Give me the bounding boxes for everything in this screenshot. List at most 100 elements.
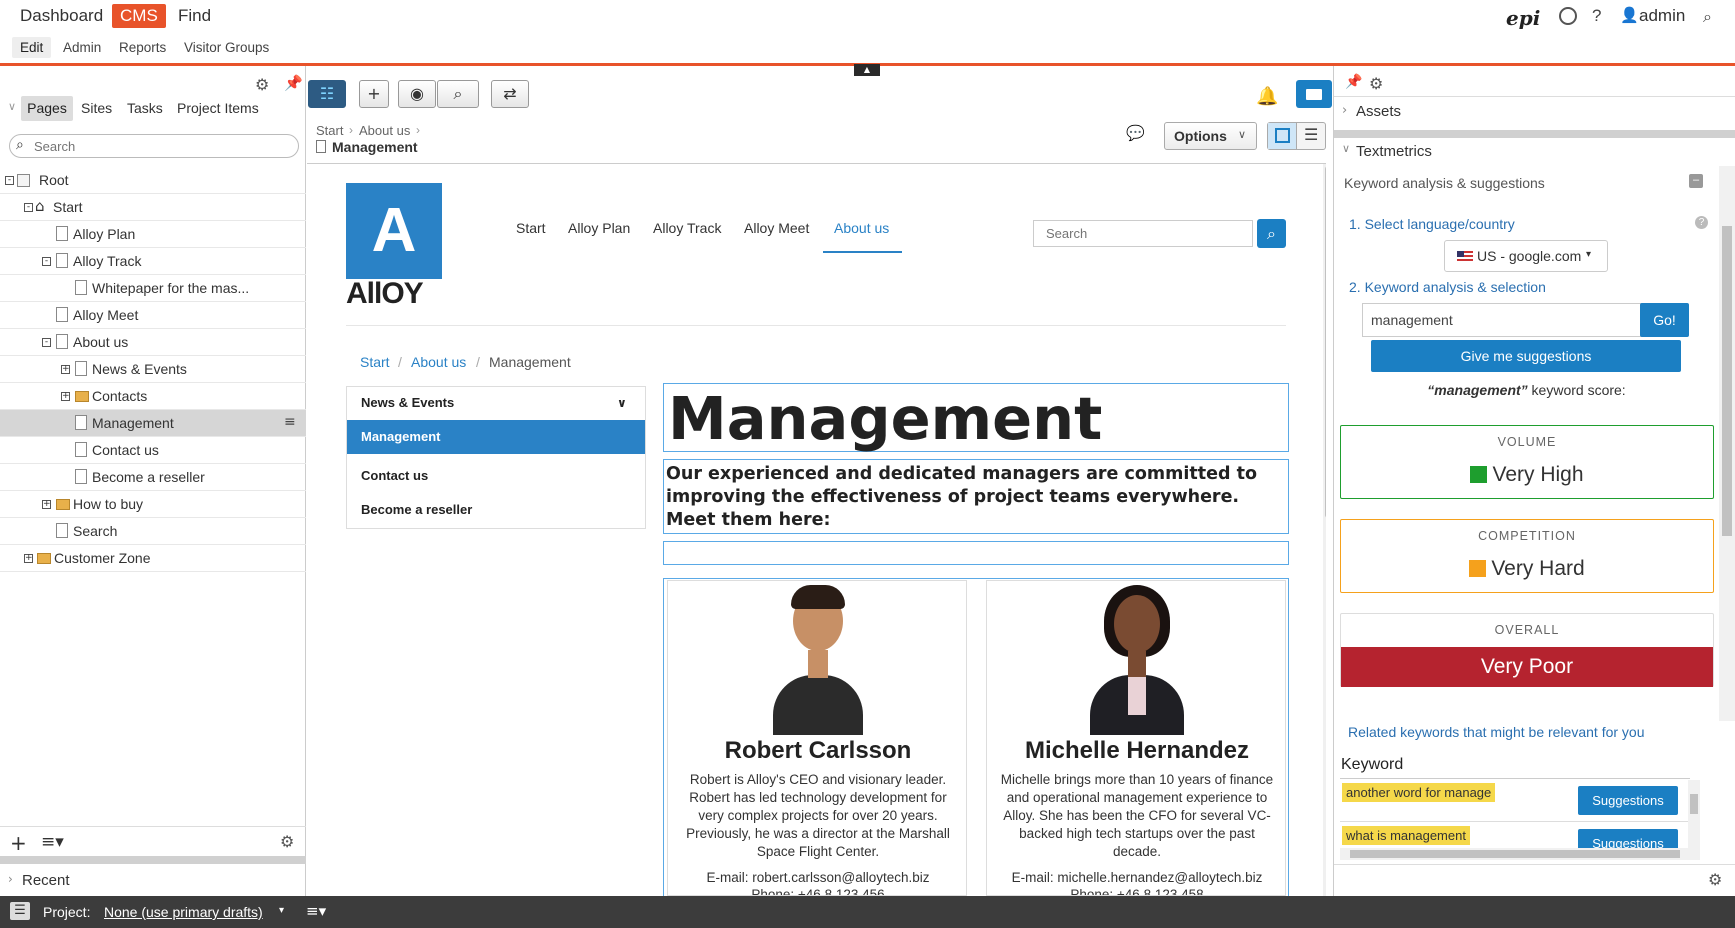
tree-item-contacts[interactable]: + Contacts bbox=[0, 383, 306, 410]
tree-item-alloy-meet[interactable]: Alloy Meet bbox=[0, 302, 306, 329]
tree-item-alloy-plan[interactable]: Alloy Plan bbox=[0, 221, 306, 248]
site-nav-alloy-track[interactable]: Alloy Track bbox=[653, 220, 721, 236]
intro-edit-block[interactable]: Our experienced and dedicated managers a… bbox=[663, 459, 1289, 534]
tree-item-news-events[interactable]: + News & Events bbox=[0, 356, 306, 383]
tab-tasks[interactable]: Tasks bbox=[127, 100, 163, 116]
subnav-become-reseller[interactable]: Become a reseller bbox=[347, 493, 645, 527]
alloy-logo-mark[interactable]: A bbox=[346, 183, 442, 279]
site-nav-start[interactable]: Start bbox=[516, 220, 546, 236]
project-menu-icon[interactable]: ≡▾ bbox=[306, 902, 326, 920]
scrollbar-thumb[interactable] bbox=[1690, 794, 1698, 814]
breadcrumb-about-us[interactable]: About us bbox=[359, 123, 410, 138]
search-box[interactable]: ⌕ bbox=[9, 134, 299, 158]
keyword-tag[interactable]: another word for manage bbox=[1342, 783, 1496, 802]
person-card[interactable]: Robert Carlsson Robert is Alloy's CEO an… bbox=[667, 580, 967, 896]
tree-item-how-to-buy[interactable]: + How to buy bbox=[0, 491, 306, 518]
site-breadcrumb-start[interactable]: Start bbox=[360, 354, 390, 370]
subnav-management[interactable]: Management bbox=[347, 420, 645, 454]
list-scrollbar[interactable] bbox=[1688, 780, 1700, 850]
page-tree-search-input[interactable] bbox=[32, 137, 292, 155]
all-properties-list-icon[interactable]: ☰ bbox=[1304, 125, 1318, 144]
globe-icon[interactable] bbox=[1559, 7, 1577, 25]
collapse-chevron-icon[interactable]: ∨ bbox=[8, 100, 16, 113]
product-dashboard[interactable]: Dashboard bbox=[12, 4, 111, 28]
collapse-icon[interactable]: - bbox=[5, 176, 14, 185]
keyword-tag[interactable]: what is management bbox=[1342, 826, 1470, 845]
pin-icon[interactable]: 📌 bbox=[1345, 74, 1362, 90]
tab-sites[interactable]: Sites bbox=[81, 100, 112, 116]
notifications-bell-icon[interactable]: 🔔 bbox=[1256, 86, 1278, 107]
minimize-icon[interactable]: – bbox=[1689, 174, 1703, 188]
product-find[interactable]: Find bbox=[170, 4, 219, 28]
preview-scrollbar[interactable] bbox=[1323, 164, 1326, 896]
assets-section[interactable]: › Assets bbox=[1334, 96, 1735, 130]
tree-item-management[interactable]: Management ≡ bbox=[0, 410, 306, 437]
expand-icon[interactable]: + bbox=[61, 365, 70, 374]
project-icon[interactable]: ☰ bbox=[10, 902, 30, 920]
subnav-admin[interactable]: Admin bbox=[55, 37, 109, 58]
site-nav-alloy-plan[interactable]: Alloy Plan bbox=[568, 220, 630, 236]
tree-item-search[interactable]: Search bbox=[0, 518, 306, 545]
caret-down-icon[interactable]: ▾ bbox=[279, 905, 284, 916]
list-menu-icon[interactable]: ≡▾ bbox=[41, 832, 64, 852]
recent-section[interactable]: › Recent bbox=[0, 866, 306, 896]
subnav-visitor-groups[interactable]: Visitor Groups bbox=[176, 37, 277, 58]
help-icon[interactable]: ? bbox=[1592, 6, 1601, 26]
site-search-button[interactable]: ⌕ bbox=[1257, 219, 1286, 248]
horizontal-scrollbar[interactable] bbox=[1340, 848, 1700, 860]
scrollbar-thumb[interactable] bbox=[1325, 166, 1326, 518]
chevron-down-icon[interactable]: ∨ bbox=[617, 386, 627, 420]
add-icon[interactable]: + bbox=[10, 831, 27, 855]
give-suggestions-button[interactable]: Give me suggestions bbox=[1371, 340, 1681, 372]
person-card[interactable]: Michelle Hernandez Michelle brings more … bbox=[986, 580, 1286, 896]
keyword-input-box[interactable] bbox=[1362, 303, 1646, 337]
compare-button[interactable]: ⇄ bbox=[491, 80, 529, 108]
keyword-input[interactable] bbox=[1369, 309, 1639, 331]
scrollbar-thumb[interactable] bbox=[1350, 850, 1680, 858]
settings-gear-icon[interactable]: ⚙ bbox=[255, 75, 269, 94]
site-breadcrumb-about-us[interactable]: About us bbox=[411, 354, 466, 370]
collapse-icon[interactable]: - bbox=[42, 257, 51, 266]
product-cms[interactable]: CMS bbox=[112, 4, 166, 28]
user-menu[interactable]: admin bbox=[1639, 6, 1685, 26]
pane-splitter[interactable] bbox=[0, 856, 306, 864]
pane-splitter[interactable] bbox=[1334, 130, 1735, 138]
search-icon[interactable]: ⌕ bbox=[1703, 7, 1712, 27]
suggestions-button[interactable]: Suggestions bbox=[1578, 786, 1678, 815]
settings-gear-icon[interactable]: ⚙ bbox=[280, 832, 294, 851]
collapse-icon[interactable]: - bbox=[24, 203, 33, 212]
tree-item-contact-us[interactable]: Contact us bbox=[0, 437, 306, 464]
expand-icon[interactable]: + bbox=[61, 392, 70, 401]
site-search-input[interactable] bbox=[1033, 220, 1253, 247]
tree-item-about-us[interactable]: - About us bbox=[0, 329, 306, 356]
project-selector[interactable]: None (use primary drafts) bbox=[104, 904, 263, 920]
subnav-reports[interactable]: Reports bbox=[111, 37, 174, 58]
subnav-news-events[interactable]: News & Events ∨ bbox=[347, 386, 645, 420]
subnav-edit[interactable]: Edit bbox=[12, 37, 52, 58]
preview-button[interactable]: ◉ bbox=[398, 80, 436, 108]
heading-edit-block[interactable]: Management bbox=[663, 383, 1289, 453]
context-menu-icon[interactable]: ≡ bbox=[284, 414, 296, 430]
help-icon[interactable]: ? bbox=[1695, 216, 1708, 229]
tree-item-become-reseller[interactable]: Become a reseller bbox=[0, 464, 306, 491]
add-content-button[interactable]: + bbox=[359, 80, 389, 108]
settings-gear-icon[interactable]: ⚙ bbox=[1708, 870, 1722, 889]
tree-item-start[interactable]: - ⌂ Start bbox=[0, 194, 306, 221]
tab-project-items[interactable]: Project Items bbox=[177, 100, 259, 116]
assets-pane-toggle-button[interactable] bbox=[1296, 80, 1332, 108]
pane-toggle-button[interactable]: ☷ bbox=[308, 80, 346, 108]
tree-item-whitepaper[interactable]: Whitepaper for the mas... bbox=[0, 275, 306, 302]
collapse-toolbar-icon[interactable]: ▲ bbox=[854, 64, 880, 76]
scrollbar-thumb[interactable] bbox=[1722, 226, 1732, 536]
site-nav-alloy-meet[interactable]: Alloy Meet bbox=[744, 220, 809, 236]
main-body-edit-block[interactable] bbox=[663, 541, 1289, 565]
tree-item-customer-zone[interactable]: + Customer Zone bbox=[0, 545, 306, 572]
expand-icon[interactable]: + bbox=[42, 500, 51, 509]
alloy-logo-text[interactable]: AllOY bbox=[346, 277, 424, 311]
on-page-edit-button[interactable] bbox=[1268, 123, 1297, 149]
expand-icon[interactable]: + bbox=[24, 554, 33, 563]
view-settings-button[interactable]: ⌕ bbox=[437, 80, 479, 108]
site-nav-about-us[interactable]: About us bbox=[834, 220, 889, 236]
go-button[interactable]: Go! bbox=[1640, 303, 1689, 337]
subnav-contact-us[interactable]: Contact us bbox=[347, 459, 645, 493]
